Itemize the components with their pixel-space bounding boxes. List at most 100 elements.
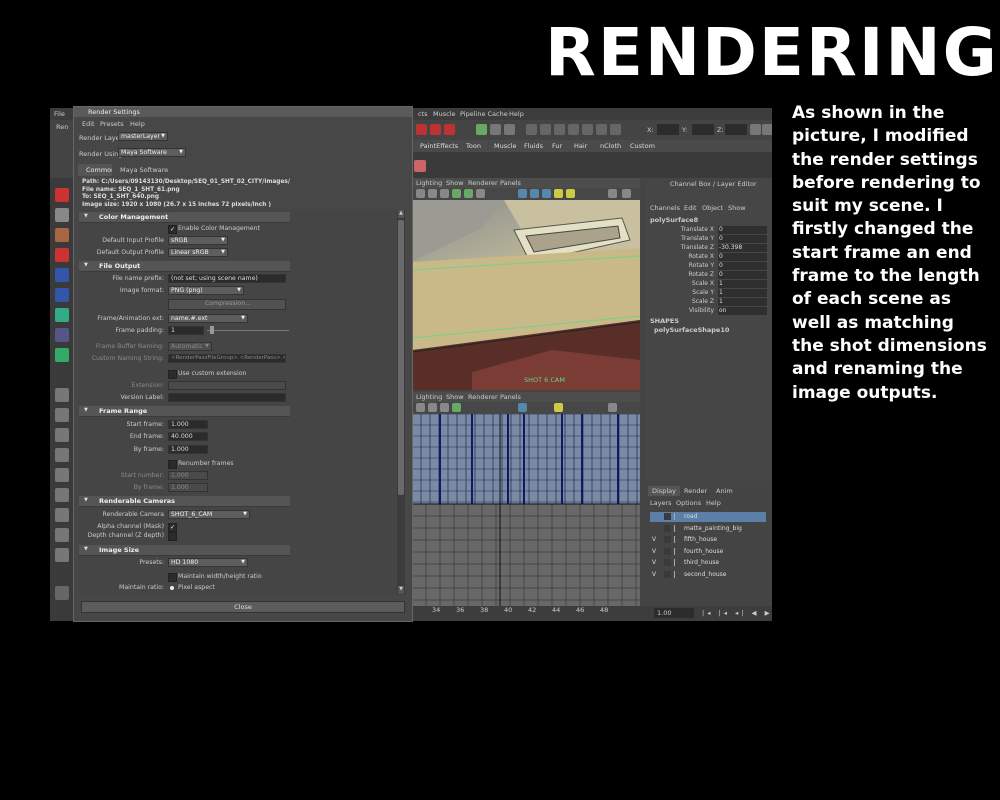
layer-row[interactable]: Vfifth_house bbox=[650, 535, 766, 545]
section-renderable-cameras[interactable]: ▼ Renderable Cameras bbox=[79, 496, 290, 507]
vp-menu-lighting[interactable]: Lighting bbox=[416, 179, 442, 187]
cb-menu-show[interactable]: Show bbox=[728, 204, 746, 212]
lasso-tool-icon[interactable] bbox=[55, 208, 69, 222]
layout-render-icon[interactable] bbox=[55, 508, 69, 522]
scroll-thumb[interactable] bbox=[398, 220, 404, 495]
panel-toggle-icon[interactable] bbox=[750, 124, 761, 135]
shelf-tab-fluids[interactable]: Fluids bbox=[524, 142, 543, 150]
vp2-icon-isolate[interactable] bbox=[608, 403, 617, 412]
cb-menu-channels[interactable]: Channels bbox=[650, 204, 680, 212]
channel-value-field[interactable]: 1 bbox=[718, 280, 767, 288]
current-frame-field[interactable]: 1.00 bbox=[654, 608, 694, 618]
layer-color-swatch[interactable] bbox=[674, 524, 682, 532]
vp-icon-film-gate[interactable] bbox=[464, 189, 473, 198]
presets-dropdown[interactable]: HD 1080 ▼ bbox=[168, 558, 248, 567]
lock-icon[interactable] bbox=[582, 124, 593, 135]
layer-visibility-toggle[interactable]: V bbox=[652, 571, 656, 578]
vp2-menu-lighting[interactable]: Lighting bbox=[416, 393, 442, 401]
input-profile-dropdown[interactable]: sRGB ▼ bbox=[168, 236, 228, 245]
layer-visibility-toggle[interactable]: V bbox=[652, 559, 656, 566]
channel-value-field[interactable]: -30.398 bbox=[718, 244, 767, 252]
vp-icon-shadows[interactable] bbox=[566, 189, 575, 198]
layer-type-toggle[interactable] bbox=[664, 536, 671, 543]
enable-color-management-checkbox[interactable]: ✓ bbox=[168, 225, 177, 234]
menu-muscle[interactable]: Muscle bbox=[433, 110, 456, 118]
layer-row[interactable]: road bbox=[650, 512, 766, 522]
end-frame-input[interactable]: 40.000 bbox=[168, 432, 208, 441]
snap-grid-icon[interactable] bbox=[416, 124, 427, 135]
layer-color-swatch[interactable] bbox=[674, 570, 682, 578]
close-button[interactable]: Close bbox=[81, 601, 405, 613]
vp2-icon-smooth[interactable] bbox=[440, 403, 449, 412]
vp2-icon-camera[interactable] bbox=[416, 403, 425, 412]
menu-cts[interactable]: cts bbox=[418, 110, 428, 118]
renderable-camera-dropdown[interactable]: SHOT_6_CAM ▼ bbox=[168, 510, 250, 519]
paint-brush-icon[interactable] bbox=[414, 160, 426, 172]
by-frame-2-input[interactable]: 1.000 bbox=[168, 483, 208, 492]
scale-tool-icon[interactable] bbox=[55, 288, 69, 302]
scroll-up-icon[interactable]: ▲ bbox=[398, 210, 404, 218]
select-icon[interactable] bbox=[596, 124, 607, 135]
layer-tab-render[interactable]: Render bbox=[684, 487, 707, 495]
maintain-wh-checkbox[interactable] bbox=[168, 573, 177, 582]
layer-color-swatch[interactable] bbox=[674, 513, 682, 520]
shelf-tab-fur[interactable]: Fur bbox=[552, 142, 562, 150]
channel-value-field[interactable]: 0 bbox=[718, 253, 767, 261]
vp2-menu-show[interactable]: Show bbox=[446, 393, 464, 401]
frame-padding-slider-handle[interactable] bbox=[210, 326, 214, 334]
render-settings-titlebar[interactable]: Render Settings bbox=[74, 107, 412, 117]
cb-menu-object[interactable]: Object bbox=[702, 204, 723, 212]
layout-graph-icon[interactable] bbox=[55, 468, 69, 482]
y-field[interactable] bbox=[692, 124, 714, 135]
shelf-tab-custom[interactable]: Custom bbox=[630, 142, 655, 150]
rs-menu-edit[interactable]: Edit bbox=[82, 120, 95, 128]
manipulator-icon[interactable] bbox=[55, 308, 69, 322]
layer-row[interactable]: Vthird_house bbox=[650, 558, 766, 568]
layer-type-toggle[interactable] bbox=[664, 547, 671, 555]
channel-value-field[interactable]: 1 bbox=[718, 289, 767, 297]
frame-ext-dropdown[interactable]: name.#.ext ▼ bbox=[168, 314, 248, 323]
ipr-render-icon[interactable] bbox=[504, 124, 515, 135]
render-frame-icon[interactable] bbox=[490, 124, 501, 135]
layer-type-toggle[interactable] bbox=[664, 513, 671, 520]
tab-maya-software[interactable]: Maya Software bbox=[112, 164, 177, 176]
select-tool-icon[interactable] bbox=[55, 188, 69, 202]
menu-ren[interactable]: Ren bbox=[56, 123, 68, 131]
soft-mod-icon[interactable] bbox=[55, 328, 69, 342]
snap-toggle-icon[interactable] bbox=[610, 124, 621, 135]
extension-input[interactable] bbox=[168, 381, 286, 390]
vp-icon-wireframe[interactable] bbox=[428, 189, 437, 198]
layer-tab-display[interactable]: Display bbox=[648, 486, 680, 496]
shelf-tab-hair[interactable]: Hair bbox=[574, 142, 587, 150]
menu-pipeline-cache[interactable]: Pipeline Cache bbox=[460, 110, 508, 118]
show-manip-icon[interactable] bbox=[55, 348, 69, 362]
vp-icon-textured[interactable] bbox=[530, 189, 539, 198]
vp-icon-camera[interactable] bbox=[416, 189, 425, 198]
vp-icon-wireframe-shaded[interactable] bbox=[542, 189, 551, 198]
layer-row[interactable]: matte_painting_big bbox=[650, 524, 766, 534]
shelf-tab-toon[interactable]: Toon bbox=[466, 142, 481, 150]
version-label-input[interactable] bbox=[168, 393, 286, 402]
rs-menu-presets[interactable]: Presets bbox=[100, 120, 124, 128]
scroll-down-icon[interactable]: ▼ bbox=[398, 586, 404, 594]
depth-channel-checkbox[interactable] bbox=[168, 532, 177, 541]
layer-type-toggle[interactable] bbox=[664, 524, 671, 532]
time-slider[interactable]: 34 36 38 40 42 44 46 48 1.00 |◂ |◂ ◂| ◀ … bbox=[412, 606, 772, 621]
section-file-output[interactable]: ▼ File Output bbox=[79, 261, 290, 272]
viewport-top[interactable]: SHOT 6 CAM bbox=[412, 200, 640, 390]
channel-value-field[interactable]: 0 bbox=[718, 235, 767, 243]
layout-hypershade-icon[interactable] bbox=[55, 488, 69, 502]
section-color-management[interactable]: ▼ Color Management bbox=[79, 212, 290, 223]
shelf-tab-muscle[interactable]: Muscle bbox=[494, 142, 517, 150]
channel-value-field[interactable]: on bbox=[718, 307, 767, 315]
layer-menu-layers[interactable]: Layers bbox=[650, 499, 672, 507]
z-field[interactable] bbox=[725, 124, 747, 135]
layer-type-toggle[interactable] bbox=[664, 570, 671, 578]
layer-menu-options[interactable]: Options bbox=[676, 499, 701, 507]
x-field[interactable] bbox=[657, 124, 679, 135]
frame-padding-slider[interactable] bbox=[207, 330, 289, 331]
compression-button[interactable]: Compression... bbox=[168, 299, 286, 310]
layer-menu-help[interactable]: Help bbox=[706, 499, 721, 507]
camera-icon[interactable] bbox=[568, 124, 579, 135]
render-settings-scrollbar[interactable]: ▲ ▼ bbox=[397, 210, 405, 595]
